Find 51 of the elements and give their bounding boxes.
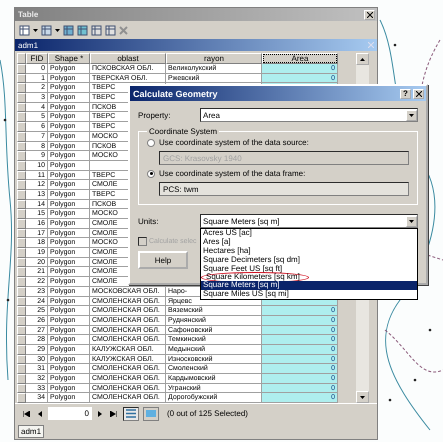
- layer-title: adm1: [18, 40, 38, 50]
- last-icon: [110, 410, 117, 416]
- column-header[interactable]: Shape *: [48, 53, 90, 64]
- column-header[interactable]: FID: [26, 53, 48, 64]
- column-header[interactable]: Area: [262, 53, 338, 64]
- row-selector[interactable]: [17, 344, 26, 355]
- up-arrow-icon: [360, 58, 365, 60]
- scroll-down-button[interactable]: [356, 391, 369, 403]
- next-record-button[interactable]: [96, 410, 104, 416]
- grid-icon[interactable]: [41, 24, 52, 36]
- help-button[interactable]: Help: [138, 251, 188, 269]
- table-icon[interactable]: [19, 24, 30, 36]
- selected-rows-icon: [146, 410, 156, 417]
- record-field[interactable]: 0: [48, 407, 92, 420]
- next-icon: [98, 410, 102, 416]
- first-icon: [23, 410, 30, 416]
- row-selector[interactable]: [17, 190, 26, 200]
- scroll-up-button[interactable]: [356, 53, 369, 65]
- show-all-button[interactable]: [123, 406, 139, 420]
- row-selector[interactable]: [17, 83, 26, 94]
- column-header[interactable]: rayon: [166, 53, 262, 64]
- caret-icon: [33, 28, 38, 32]
- units-option[interactable]: Square Meters [sq m]: [201, 281, 417, 290]
- caret-icon: [409, 114, 414, 116]
- close-icon: [366, 12, 372, 18]
- list-icon: [126, 409, 136, 418]
- column-header[interactable]: oblast: [90, 53, 166, 64]
- row-selector[interactable]: [17, 238, 26, 248]
- row-selector[interactable]: [17, 267, 26, 278]
- first-record-button[interactable]: [21, 410, 32, 416]
- units-label: Units:: [138, 216, 160, 226]
- caret-icon: [409, 220, 414, 222]
- previous-record-button[interactable]: [36, 410, 44, 416]
- table-tab[interactable]: adm1: [18, 424, 44, 438]
- close-button[interactable]: [364, 10, 375, 20]
- coordinate-system-field: PCS: twm: [159, 182, 409, 196]
- delete-icon[interactable]: [119, 26, 128, 34]
- corner-cell: [17, 53, 26, 64]
- window-title: Table: [18, 10, 38, 19]
- previous-icon: [38, 410, 42, 416]
- close-button[interactable]: [413, 88, 424, 98]
- row-selector[interactable]: [17, 160, 26, 171]
- row-selector[interactable]: [17, 316, 26, 326]
- property-select[interactable]: Area: [200, 108, 418, 122]
- close-icon: [416, 90, 422, 96]
- selection-status: (0 out of 125 Selected): [167, 409, 248, 418]
- row-selector[interactable]: [17, 112, 26, 122]
- caret-icon: [360, 396, 365, 398]
- help-button[interactable]: ?: [400, 88, 411, 98]
- caret-icon: [55, 28, 60, 32]
- last-record-button[interactable]: [108, 410, 119, 416]
